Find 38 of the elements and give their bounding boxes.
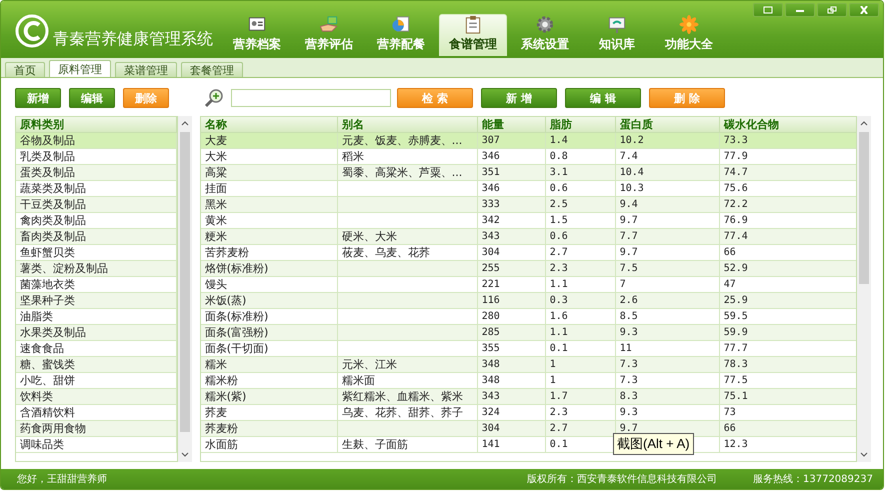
table-cell: 141 (478, 437, 546, 453)
restore-button[interactable] (817, 3, 847, 17)
window-icon (763, 6, 773, 14)
column-header: 脂肪 (546, 117, 616, 133)
app-title: 青秦营养健康管理系统 (53, 29, 213, 50)
category-item[interactable]: 调味品类 (16, 437, 177, 453)
search-icon[interactable] (203, 88, 225, 108)
search-field[interactable] (231, 89, 391, 107)
close-icon (859, 6, 869, 14)
column-header: 能量 (478, 117, 546, 133)
tooltip: 截图(Alt + A) (613, 433, 694, 455)
window-menu-button[interactable] (753, 3, 783, 17)
nav-tab[interactable]: 食谱管理 (439, 14, 507, 56)
minimize-button[interactable] (785, 3, 815, 17)
scrollbar[interactable] (857, 116, 871, 462)
table-cell: 水面筋 (200, 437, 338, 453)
column-header: 别名 (338, 117, 478, 133)
hand-icon (318, 15, 340, 34)
page-tab[interactable]: 原料管理 (49, 60, 111, 77)
page-tab[interactable]: 菜谱管理 (115, 62, 177, 77)
hotline-text: 服务热线：13772089237 (753, 472, 873, 486)
page-tab[interactable]: 首页 (5, 62, 45, 77)
copyright-text: 版权所有：西安青泰软件信息科技有限公司 (527, 472, 717, 486)
gear-icon (534, 15, 556, 34)
column-header: 蛋白质 (616, 117, 720, 133)
table-cell: 生麸、子面筋 (338, 437, 478, 453)
board-icon (606, 15, 628, 34)
pie-chart-icon (390, 15, 412, 34)
greeting-text: 您好，王甜甜营养师 (17, 472, 107, 486)
close-button[interactable] (849, 3, 879, 17)
scrollbar[interactable] (178, 116, 192, 462)
restore-icon (827, 6, 837, 14)
flower-icon (678, 15, 700, 34)
logo-icon (15, 14, 49, 48)
column-header: 名称 (200, 117, 338, 133)
column-header: 碳水化合物 (720, 117, 856, 133)
column-header: 原料类别 (16, 117, 177, 133)
page-tab[interactable]: 套餐管理 (181, 62, 243, 77)
